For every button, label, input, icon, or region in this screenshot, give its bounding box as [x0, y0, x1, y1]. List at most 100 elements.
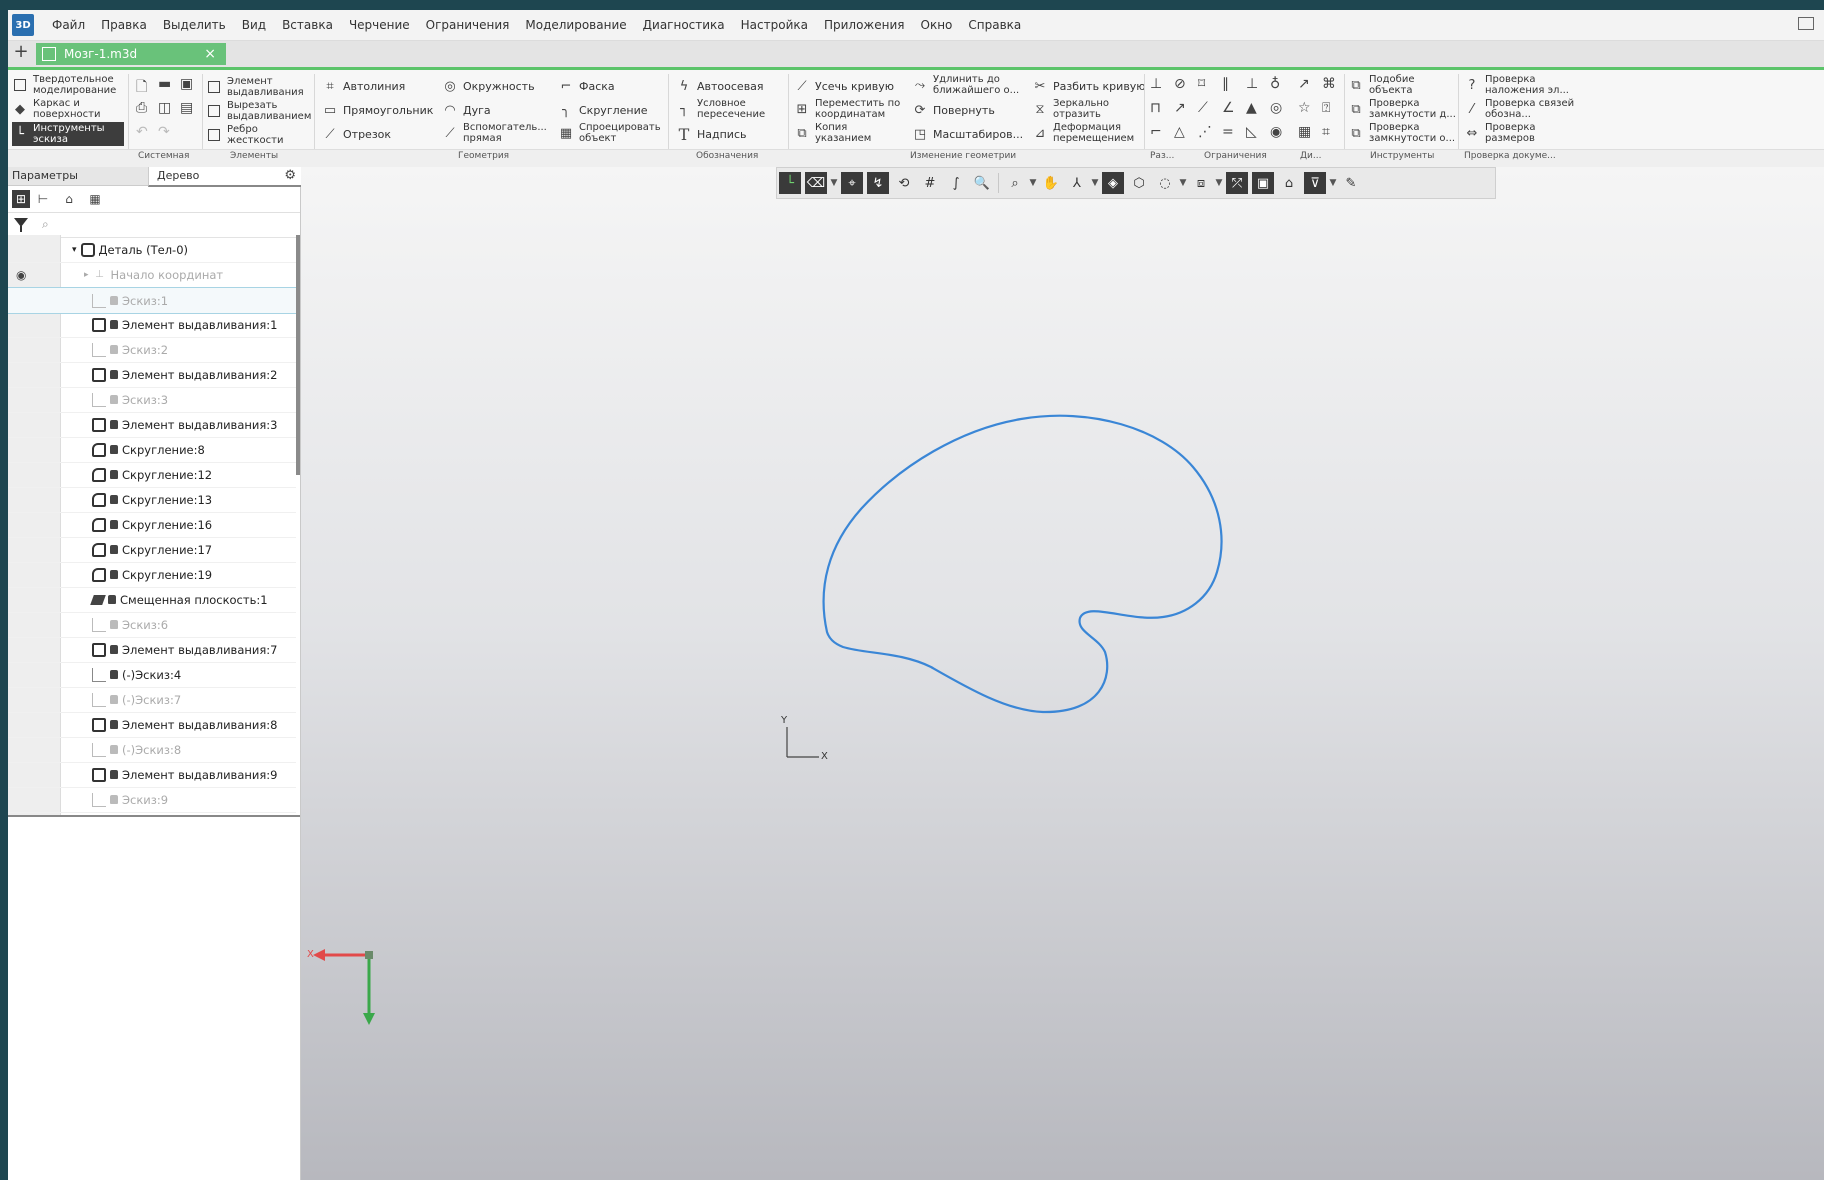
fillet-button[interactable]: ╮ Скругление: [558, 102, 647, 118]
check-icon[interactable]: ⍰: [1322, 100, 1330, 116]
tangent-icon[interactable]: ♁: [1270, 76, 1280, 92]
new-file-icon[interactable]: 🗋: [136, 76, 147, 100]
coincidence-icon[interactable]: ◉: [1270, 124, 1282, 140]
tree-structure-icon[interactable]: ⊞: [12, 190, 30, 208]
restore-window-icon[interactable]: [1798, 17, 1814, 30]
text-label-button[interactable]: T Надпись: [676, 126, 747, 142]
tree-item[interactable]: (-)Эскиз:7: [8, 687, 296, 713]
tab-parameters[interactable]: Параметры: [12, 169, 78, 182]
tree-item[interactable]: Элемент выдавливания:1: [8, 312, 296, 338]
segment-button[interactable]: ⟋ Отрезок: [322, 126, 391, 142]
save-icon[interactable]: ▣: [180, 76, 193, 92]
mode-sketch-tools[interactable]: └ Инструменты эскиза: [12, 122, 124, 146]
slope-icon[interactable]: ⟋: [1198, 100, 1208, 116]
grid-icon[interactable]: ▦: [1298, 124, 1311, 140]
parallel-icon[interactable]: ∥: [1222, 76, 1229, 92]
menu-settings[interactable]: Настройка: [733, 18, 816, 32]
menu-drawing[interactable]: Черчение: [341, 18, 418, 32]
save-as-icon[interactable]: ▤: [180, 100, 193, 116]
auto-axis-button[interactable]: ϟ Автоосевая: [676, 78, 764, 94]
trim-curve-button[interactable]: ⟋ Усечь кривую: [794, 78, 894, 94]
menu-diagnostics[interactable]: Диагностика: [635, 18, 733, 32]
sketch-curve-contour[interactable]: [822, 414, 1223, 714]
undo-icon[interactable]: ↶: [136, 124, 148, 140]
tree-grid-icon[interactable]: ▦: [86, 190, 104, 208]
tree-item[interactable]: Элемент выдавливания:8: [8, 712, 296, 738]
tree-item[interactable]: Смещенная плоскость:1: [8, 587, 296, 613]
menu-edit[interactable]: Правка: [93, 18, 155, 32]
tree-links-icon[interactable]: ⌂: [60, 190, 78, 208]
menu-file[interactable]: Файл: [44, 18, 93, 32]
tree-item[interactable]: Эскиз:6: [8, 612, 296, 638]
dimension-icon[interactable]: ⊥: [1150, 76, 1162, 92]
similarity-button[interactable]: ⧉ Подобие объекта: [1348, 74, 1449, 96]
chevron-right-icon[interactable]: ▸: [84, 270, 89, 280]
chamfer-button[interactable]: ⌐ Фаска: [558, 78, 615, 94]
scale-button[interactable]: ◳ Масштабиров...: [912, 126, 1023, 142]
check-overlap-button[interactable]: ? Проверка наложения эл...: [1464, 74, 1575, 96]
tree-item[interactable]: Элемент выдавливания:2: [8, 362, 296, 388]
mode-wireframe-surfaces[interactable]: ◆ Каркас и поверхности: [12, 98, 124, 120]
fix-point-icon[interactable]: ⌑: [1198, 76, 1205, 92]
tree-search-input[interactable]: ⌕: [42, 217, 49, 232]
graphics-viewport[interactable]: └ ⌫ ▼ ⌖ ↯ ⟲ # ∫ 🔍 ⌕ ▼ ✋ ⅄ ▼ ◈ ⬡ ◌ ▼ ⧈ ▼ …: [301, 167, 1824, 1180]
close-tab-icon[interactable]: ×: [204, 46, 216, 62]
redo-icon[interactable]: ↷: [158, 124, 170, 140]
linear-dim-icon[interactable]: ⊓: [1150, 100, 1161, 116]
triangle-icon[interactable]: △: [1174, 124, 1185, 140]
rectangle-button[interactable]: ▭ Прямоугольник: [322, 102, 434, 118]
tree-item[interactable]: (-)Эскиз:4: [8, 662, 296, 688]
extrude-button[interactable]: Элемент выдавливания: [206, 76, 317, 98]
concentric-icon[interactable]: ◎: [1270, 100, 1282, 116]
open-folder-icon[interactable]: ▬: [158, 76, 171, 92]
radius-icon[interactable]: ↗: [1174, 100, 1186, 116]
symmetry-icon[interactable]: ▲: [1246, 100, 1257, 116]
menu-help[interactable]: Справка: [960, 18, 1029, 32]
menu-window[interactable]: Окно: [913, 18, 961, 32]
autoline-button[interactable]: ⌗ Автолиния: [322, 78, 405, 94]
visibility-eye-icon[interactable]: ◉: [16, 268, 32, 282]
collinear-icon[interactable]: ⋰: [1198, 124, 1212, 140]
circle-button[interactable]: ◎ Окружность: [442, 78, 534, 94]
tree-scrollbar[interactable]: [296, 235, 300, 475]
menu-apps[interactable]: Приложения: [816, 18, 913, 32]
chevron-down-icon[interactable]: ▾: [72, 245, 77, 255]
angle-dim-icon[interactable]: ⌐: [1150, 124, 1162, 140]
tree-item[interactable]: ▾ Деталь (Тел-0): [8, 237, 296, 263]
split-curve-button[interactable]: ✂ Разбить кривую: [1032, 78, 1146, 94]
tree-item[interactable]: Скругление:19: [8, 562, 296, 588]
tree-item[interactable]: Элемент выдавливания:7: [8, 637, 296, 663]
measure-icon[interactable]: ↗: [1298, 76, 1310, 92]
angle-icon[interactable]: ∠: [1222, 100, 1235, 116]
move-coords-button[interactable]: ⊞ Переместить по координатам: [794, 98, 915, 120]
mirror-button[interactable]: ⧖ Зеркально отразить: [1032, 98, 1133, 120]
gear-icon[interactable]: ⚙: [284, 168, 296, 183]
right-triangle-icon[interactable]: ◺: [1246, 124, 1257, 140]
tree-item[interactable]: Эскиз:3: [8, 387, 296, 413]
menu-view[interactable]: Вид: [234, 18, 274, 32]
tree-item[interactable]: Эскиз:1: [8, 287, 296, 314]
arc-button[interactable]: ◠ Дуга: [442, 102, 490, 118]
rotate-button[interactable]: ⟳ Повернуть: [912, 102, 995, 118]
project-button[interactable]: ▦ Спроецировать объект: [558, 122, 671, 144]
tree-item[interactable]: Скругление:12: [8, 462, 296, 488]
aux-line-button[interactable]: ⟋ Вспомогатель... прямая: [442, 122, 555, 144]
filter-icon[interactable]: [14, 218, 28, 232]
check-links-button[interactable]: ⁄ Проверка связей обозна...: [1464, 98, 1575, 120]
mode-solid-modeling[interactable]: Твердотельное моделирование: [12, 74, 124, 96]
cut-extrude-button[interactable]: Вырезать выдавливанием: [206, 100, 317, 122]
perpendicular-icon[interactable]: ⊥: [1246, 76, 1258, 92]
copy-button[interactable]: ⧉ Копия указанием: [794, 122, 895, 144]
tree-item[interactable]: Элемент выдавливания:3: [8, 412, 296, 438]
tree-item[interactable]: Скругление:8: [8, 437, 296, 463]
tree-item[interactable]: Эскиз:9: [8, 787, 296, 813]
print-icon[interactable]: ⎙: [136, 100, 147, 116]
rib-button[interactable]: Ребро жесткости: [206, 124, 297, 146]
tree-history-icon[interactable]: ⊢: [34, 190, 52, 208]
tree-item[interactable]: Скругление:17: [8, 537, 296, 563]
check-sizes-button[interactable]: ⇔ Проверка размеров: [1464, 122, 1575, 144]
check-closed-1-button[interactable]: ⧉ Проверка замкнутости д...: [1348, 98, 1457, 120]
tree-item[interactable]: Скругление:13: [8, 487, 296, 513]
connect-icon[interactable]: ⌘: [1322, 76, 1336, 92]
equal-icon[interactable]: =: [1222, 124, 1234, 140]
